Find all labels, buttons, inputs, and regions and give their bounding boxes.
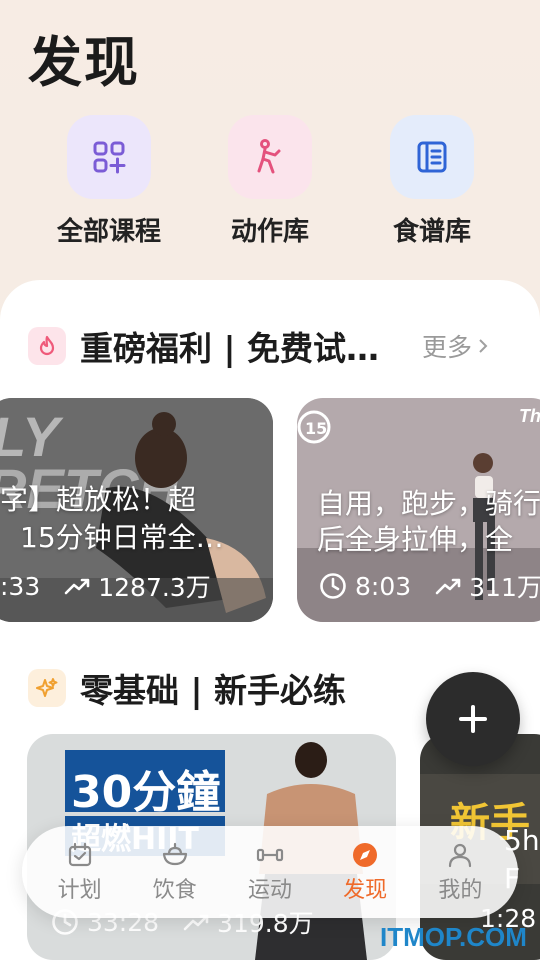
bowl-icon [130,840,220,870]
tab-discover[interactable]: 发现 [320,840,410,904]
video-title-line: 自用，跑步，骑行 [317,487,540,520]
tab-label: 计划 [57,878,102,903]
video-card[interactable]: 15 Th 自用，跑步，骑行 后全身拉伸，全 8:03 311万 [297,398,540,622]
tab-label: 我的 [438,878,483,903]
page-title: 发现 [28,31,140,94]
trend-up-icon [435,578,461,595]
quick-links: 全部课程 动作库 食谱库 [0,115,540,248]
video-title-line: 15分钟日常全… [20,521,224,554]
add-button[interactable] [426,672,520,766]
dumbbell-icon [225,840,315,870]
section-title: 零基础 | 新手必练 [80,671,347,710]
quick-link-label: 全部课程 [56,217,161,247]
quick-link-exercises[interactable]: 动作库 [200,115,340,248]
tab-label: 发现 [343,878,388,903]
video-stats: 8:03 311万 [319,568,540,604]
person-icon [415,840,505,870]
tab-plan[interactable]: 计划 [35,840,125,904]
quick-link-recipes[interactable]: 食谱库 [362,115,502,248]
video-card[interactable]: LY RETCH 字】超放松！超 15分钟日常全… :33 1287.3万 [0,398,273,622]
flame-icon [28,327,66,365]
more-label: 更多 [421,333,472,362]
section-title: 重磅福利 | 免费试… [80,329,380,368]
section-header-welfare: 重磅福利 | 免费试… [28,324,379,368]
video-title-line: 后全身拉伸，全 [317,523,514,556]
video-title-line: 字】超放松！超 [0,483,197,516]
clock-icon [320,573,346,599]
video-stats: :33 1287.3万 [0,568,235,604]
tab-profile[interactable]: 我的 [415,840,505,904]
sparkle-icon [28,669,66,707]
calendar-check-icon [35,840,125,870]
quick-link-label: 动作库 [230,217,309,247]
stretch-figure-icon [228,115,312,199]
watermark: ITMOP.COM [380,922,527,952]
badge-number: 15 [305,419,327,438]
tab-diet[interactable]: 饮食 [130,840,220,904]
quick-link-label: 食谱库 [392,217,471,247]
duration: :33 [0,571,41,601]
banner-text: 30分鐘 [71,767,221,818]
compass-icon [320,840,410,870]
svg-text:Th: Th [519,406,540,426]
quick-link-all-courses[interactable]: 全部课程 [39,115,179,248]
chevron-right-icon [479,339,488,353]
duration: 8:03 [355,571,412,601]
book-icon [390,115,474,199]
more-link[interactable]: 更多 [422,328,490,364]
trend-up-icon [64,578,90,595]
view-count: 1287.3万 [98,573,211,602]
grid-plus-icon [67,115,151,199]
bottom-tab-bar: 计划 饮食 运动 发现 我的 [22,826,518,918]
tab-label: 运动 [247,878,292,903]
view-count: 311万 [469,573,540,602]
tab-exercise[interactable]: 运动 [225,840,315,904]
plus-icon [459,705,487,733]
tab-label: 饮食 [152,878,197,903]
section-header-beginner: 零基础 | 新手必练 [28,666,346,710]
